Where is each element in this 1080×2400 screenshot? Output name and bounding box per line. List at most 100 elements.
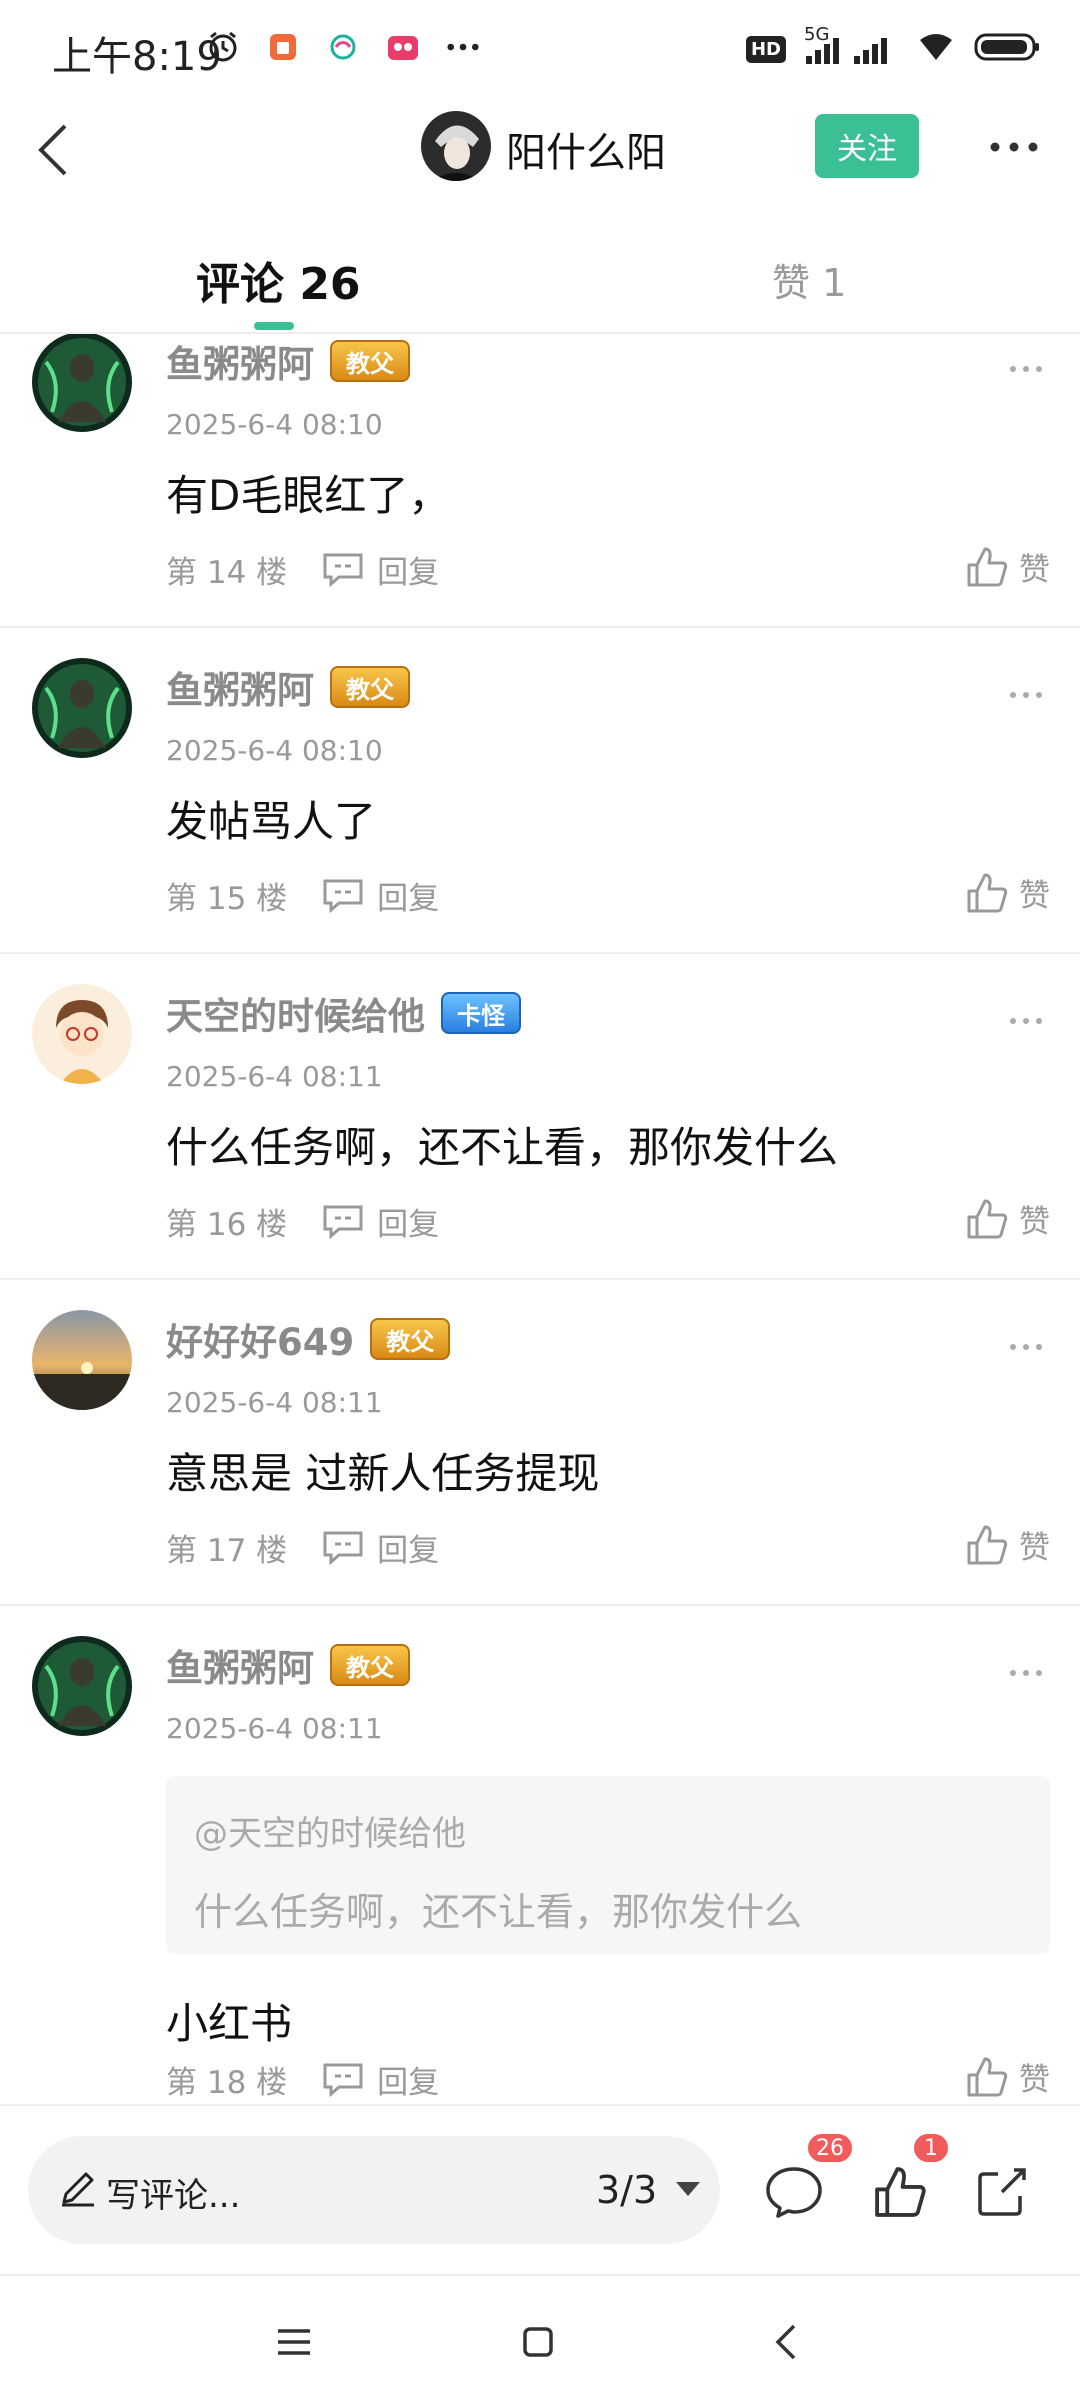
- comment-header: 鱼粥粥阿 教父: [166, 334, 410, 388]
- header: 阳什么阳 关注: [0, 100, 1080, 200]
- quoted-comment[interactable]: @天空的时候给他 什么任务啊，还不让看，那你发什么: [166, 1776, 1050, 1954]
- reply-button[interactable]: 回复: [321, 2057, 439, 2102]
- like-label: 赞: [1019, 1530, 1050, 1566]
- avatar[interactable]: [32, 658, 132, 758]
- like-label: 赞: [1019, 2062, 1050, 2098]
- like-button[interactable]: 赞: [965, 870, 1050, 915]
- active-tab-indicator: [254, 322, 294, 330]
- comment-time: 2025-6-4 08:11: [166, 1060, 383, 1093]
- caret-down-icon[interactable]: [676, 2182, 700, 2196]
- home-button[interactable]: [498, 2302, 578, 2382]
- reply-button[interactable]: 回复: [321, 1199, 439, 1244]
- comment-more-button[interactable]: [1000, 354, 1052, 384]
- write-comment-input[interactable]: 写评论... 3/3: [28, 2136, 720, 2244]
- comment-more-button[interactable]: [1000, 1006, 1052, 1036]
- comment-footer: 第 15 楼 回复 赞: [166, 870, 1050, 920]
- home-square-icon: [523, 2327, 553, 2357]
- like-count-badge: 1: [912, 2132, 950, 2164]
- comment-time: 2025-6-4 08:10: [166, 408, 383, 441]
- like-button[interactable]: 赞: [965, 1522, 1050, 1567]
- status-bar: 上午8:19 HD 5G: [0, 0, 1080, 100]
- avatar[interactable]: [32, 984, 132, 1084]
- commenter-name[interactable]: 天空的时候给他: [166, 986, 425, 1040]
- reply-icon: [323, 879, 363, 913]
- more-dots-icon: [1010, 1018, 1042, 1024]
- comment-text: 发帖骂人了: [166, 797, 377, 846]
- reply-icon: [323, 553, 363, 587]
- page-indicator[interactable]: 3/3: [596, 2168, 657, 2212]
- comment-footer: 第 16 楼 回复 赞: [166, 1196, 1050, 1246]
- reply-icon: [323, 1531, 363, 1565]
- comment-item: 鱼粥粥阿 教父 2025-6-4 08:10 有D毛眼红了， 第 14 楼 回复…: [0, 334, 1080, 628]
- more-dots-icon: [1010, 1344, 1042, 1350]
- commenter-name[interactable]: 鱼粥粥阿: [166, 334, 314, 388]
- comment-item: 鱼粥粥阿 教父 2025-6-4 08:10 发帖骂人了 第 15 楼 回复 赞: [0, 628, 1080, 954]
- comment-text: 什么任务啊，还不让看，那你发什么: [166, 1123, 839, 1172]
- like-button[interactable]: 赞: [965, 2054, 1050, 2099]
- comment-time: 2025-6-4 08:11: [166, 1712, 383, 1745]
- comment-more-button[interactable]: [1000, 1658, 1052, 1688]
- reply-button[interactable]: 回复: [321, 1525, 439, 1570]
- thumbs-up-icon: [967, 2057, 1008, 2096]
- avatar[interactable]: [32, 334, 132, 432]
- reply-button[interactable]: 回复: [321, 547, 439, 592]
- back-button[interactable]: [18, 110, 88, 190]
- tab-comments[interactable]: 评论 26: [196, 248, 361, 312]
- status-left-icons: [206, 30, 480, 64]
- comment-footer: 第 14 楼 回复 赞: [166, 544, 1050, 594]
- avatar[interactable]: [32, 1310, 132, 1410]
- reply-icon: [323, 2063, 363, 2097]
- comment-more-button[interactable]: [1000, 680, 1052, 710]
- alarm-icon: [206, 30, 240, 64]
- system-nav-bar: [0, 2274, 1080, 2400]
- system-back-button[interactable]: [746, 2302, 826, 2382]
- menu-icon: [278, 2329, 310, 2355]
- author-avatar[interactable]: [421, 111, 491, 181]
- tab-likes[interactable]: 赞 1: [772, 252, 846, 307]
- avatar[interactable]: [32, 1636, 132, 1736]
- bottom-action-bar: 写评论... 3/3 26 1: [0, 2104, 1080, 2274]
- commenter-name[interactable]: 好好好649: [166, 1312, 354, 1366]
- like-button[interactable]: 赞: [965, 544, 1050, 589]
- thumbs-up-icon: [967, 1199, 1008, 1238]
- share-button[interactable]: [970, 2160, 1034, 2224]
- reply-label: 回复: [377, 1532, 440, 1569]
- reply-label: 回复: [377, 1206, 440, 1243]
- quoted-user: @天空的时候给他: [194, 1814, 466, 1854]
- rank-badge: 卡怪: [441, 992, 521, 1034]
- like-post-button[interactable]: 1: [868, 2132, 950, 2224]
- reply-label: 回复: [377, 880, 440, 917]
- thumbs-up-icon: [967, 873, 1008, 912]
- quoted-text: 什么任务啊，还不让看，那你发什么: [194, 1890, 803, 1934]
- reply-icon: [323, 1205, 363, 1239]
- comment-item: 鱼粥粥阿 教父 2025-6-4 08:11 @天空的时候给他 什么任务啊，还不…: [0, 1606, 1080, 2104]
- more-notifications-icon: [446, 30, 480, 64]
- comment-text: 有D毛眼红了，: [166, 471, 451, 520]
- commenter-name[interactable]: 鱼粥粥阿: [166, 1638, 314, 1692]
- comment-footer: 第 17 楼 回复 赞: [166, 1522, 1050, 1572]
- more-options-button[interactable]: [982, 122, 1046, 172]
- status-time: 上午8:19: [52, 34, 222, 80]
- pencil-icon: [62, 2172, 94, 2207]
- comments-button[interactable]: 26: [762, 2132, 854, 2224]
- comment-footer: 第 18 楼 回复 赞: [166, 2054, 1050, 2104]
- thumbs-up-icon: [967, 547, 1008, 586]
- reply-button[interactable]: 回复: [321, 873, 439, 918]
- comment-time: 2025-6-4 08:11: [166, 1386, 383, 1419]
- comment-bubble-icon: [766, 2167, 822, 2218]
- follow-button[interactable]: 关注: [815, 114, 919, 178]
- tab-bar: 评论 26 赞 1: [0, 230, 1080, 334]
- comment-header: 鱼粥粥阿 教父: [166, 660, 410, 714]
- floor-number: 第 14 楼: [166, 554, 288, 591]
- battery-icon: [974, 31, 1040, 67]
- wifi-icon: [916, 30, 956, 68]
- floor-number: 第 16 楼: [166, 1206, 288, 1243]
- comment-more-button[interactable]: [1000, 1332, 1052, 1362]
- like-button[interactable]: 赞: [965, 1196, 1050, 1241]
- commenter-name[interactable]: 鱼粥粥阿: [166, 660, 314, 714]
- comment-time: 2025-6-4 08:10: [166, 734, 383, 767]
- author-name[interactable]: 阳什么阳: [506, 120, 666, 178]
- recent-apps-button[interactable]: [254, 2302, 334, 2382]
- comment-list: 鱼粥粥阿 教父 2025-6-4 08:10 有D毛眼红了， 第 14 楼 回复…: [0, 334, 1080, 2104]
- comment-text: 小红书: [166, 1999, 293, 2048]
